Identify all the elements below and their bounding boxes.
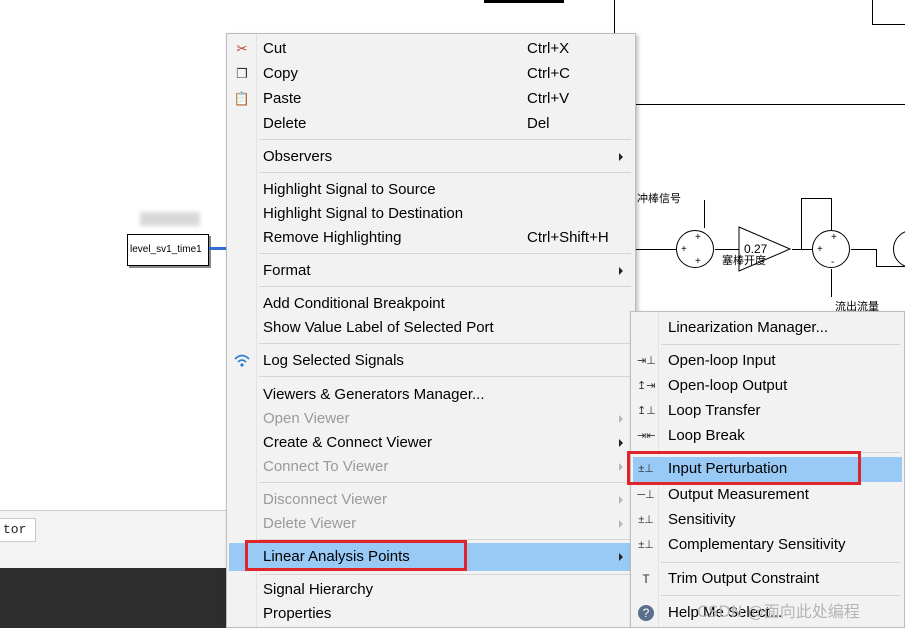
open-loop-input-icon: ⇥⊥ [637, 355, 656, 367]
menu-separator [661, 595, 900, 596]
submenu-arrow-icon [619, 439, 623, 447]
menu-separator [259, 376, 631, 377]
submenu-item-open-loop-output[interactable]: ↥⇥ Open-loop Output [633, 374, 902, 398]
paste-icon: 📋 [233, 91, 251, 106]
menu-separator [259, 343, 631, 344]
menu-item-highlight-to-source[interactable]: Highlight Signal to Source [229, 178, 633, 202]
menu-separator [259, 286, 631, 287]
submenu-item-complementary-sensitivity[interactable]: ±⊥ Complementary Sensitivity [633, 533, 902, 557]
signal-line [715, 249, 740, 250]
dark-bottom-panel [0, 568, 230, 628]
signal-line [801, 198, 831, 199]
copy-icon: ❐ [236, 66, 248, 81]
complementary-sensitivity-icon: ±⊥ [638, 539, 654, 551]
menu-item-open-viewer[interactable]: Open Viewer [229, 407, 633, 431]
menu-item-properties[interactable]: Properties [229, 602, 633, 626]
menu-separator [259, 139, 631, 140]
loop-break-icon: ⇥⇤ [637, 430, 656, 442]
menu-item-viewers-generators-manager[interactable]: Viewers & Generators Manager... [229, 383, 633, 407]
menu-separator [259, 574, 631, 575]
signal-line [704, 200, 705, 228]
submenu-item-loop-break[interactable]: ⇥⇤ Loop Break [633, 424, 902, 448]
watermark: CSDN @面向此处编程 [697, 602, 860, 621]
menu-item-disconnect-viewer[interactable]: Disconnect Viewer [229, 488, 633, 512]
wifi-icon [233, 352, 251, 370]
signal-line [876, 266, 905, 267]
menu-separator [259, 482, 631, 483]
bottom-text-field[interactable]: tor [0, 518, 36, 542]
submenu-item-linearization-manager[interactable]: Linearization Manager... [633, 316, 902, 340]
menu-item-connect-to-viewer[interactable]: Connect To Viewer [229, 455, 633, 479]
signal-line [876, 249, 877, 266]
menu-separator [661, 562, 900, 563]
menu-item-remove-highlighting[interactable]: Remove Highlighting Ctrl+Shift+H [229, 226, 633, 250]
menu-separator [661, 344, 900, 345]
scissors-icon: ✂ [236, 41, 248, 56]
selected-signal-line[interactable] [209, 247, 227, 250]
submenu-arrow-icon [619, 267, 623, 275]
blurred-label [140, 212, 200, 226]
annotation-highlight-box [245, 540, 467, 571]
menu-item-show-value-label[interactable]: Show Value Label of Selected Port [229, 316, 633, 340]
signal-line [872, 0, 873, 24]
signal-line [801, 198, 802, 250]
signal-block[interactable]: level_sv1_time1 [127, 234, 209, 266]
menu-item-add-conditional-breakpoint[interactable]: Add Conditional Breakpoint [229, 292, 633, 316]
signal-line [851, 249, 876, 250]
signal-line [831, 198, 832, 230]
submenu-arrow-icon [619, 415, 623, 423]
signal-line [872, 24, 905, 25]
menu-item-format[interactable]: Format [229, 259, 633, 283]
menu-separator [259, 253, 631, 254]
submenu-item-output-measurement[interactable]: ─⊥ Output Measurement [633, 483, 902, 507]
submenu-arrow-icon [619, 553, 623, 561]
menu-item-highlight-to-destination[interactable]: Highlight Signal to Destination [229, 202, 633, 226]
signal-label-cjk: 冲棒信号 [637, 192, 681, 205]
submenu-item-loop-transfer[interactable]: ↥⊥ Loop Transfer [633, 399, 902, 423]
signal-label-cjk: 塞棒开度 [722, 254, 766, 267]
loop-transfer-icon: ↥⊥ [637, 405, 656, 417]
submenu-arrow-icon [619, 463, 623, 471]
output-measurement-icon: ─⊥ [637, 489, 655, 501]
menu-item-paste[interactable]: 📋 Paste Ctrl+V [229, 87, 633, 111]
open-loop-output-icon: ↥⇥ [637, 380, 656, 392]
trim-output-icon: T [642, 572, 650, 586]
submenu-item-open-loop-input[interactable]: ⇥⊥ Open-loop Input [633, 349, 902, 373]
signal-block-label: level_sv1_time1 [130, 244, 202, 255]
signal-line [636, 249, 676, 250]
sensitivity-icon: ±⊥ [638, 514, 654, 526]
menu-item-delete[interactable]: Delete Del [229, 112, 633, 136]
signal-line [614, 104, 905, 105]
signal-line [792, 249, 812, 250]
context-menu: ✂ Cut Ctrl+X ❐ Copy Ctrl+C 📋 Paste Ctrl+… [226, 33, 636, 628]
menu-item-delete-viewer[interactable]: Delete Viewer [229, 512, 633, 536]
sum-block[interactable]: + + - [812, 230, 850, 268]
sum-block[interactable]: + + + [676, 230, 714, 268]
menu-item-cut[interactable]: ✂ Cut Ctrl+X [229, 37, 633, 61]
signal-line [831, 269, 832, 297]
submenu-arrow-icon [619, 496, 623, 504]
menu-item-copy[interactable]: ❐ Copy Ctrl+C [229, 62, 633, 86]
help-icon: ? [637, 604, 655, 622]
submenu-arrow-icon [619, 153, 623, 161]
menu-item-log-selected-signals[interactable]: Log Selected Signals [229, 349, 633, 373]
block-edge [484, 0, 564, 3]
submenu-arrow-icon [619, 520, 623, 528]
submenu-item-sensitivity[interactable]: ±⊥ Sensitivity [633, 508, 902, 532]
menu-item-create-connect-viewer[interactable]: Create & Connect Viewer [229, 431, 633, 455]
sum-block[interactable] [893, 230, 905, 268]
submenu-item-trim-output-constraint[interactable]: T Trim Output Constraint [633, 567, 902, 591]
annotation-highlight-box [627, 451, 861, 485]
menu-item-observers[interactable]: Observers [229, 145, 633, 169]
menu-item-signal-hierarchy[interactable]: Signal Hierarchy [229, 578, 633, 602]
menu-separator [259, 172, 631, 173]
svg-text:?: ? [643, 606, 650, 620]
